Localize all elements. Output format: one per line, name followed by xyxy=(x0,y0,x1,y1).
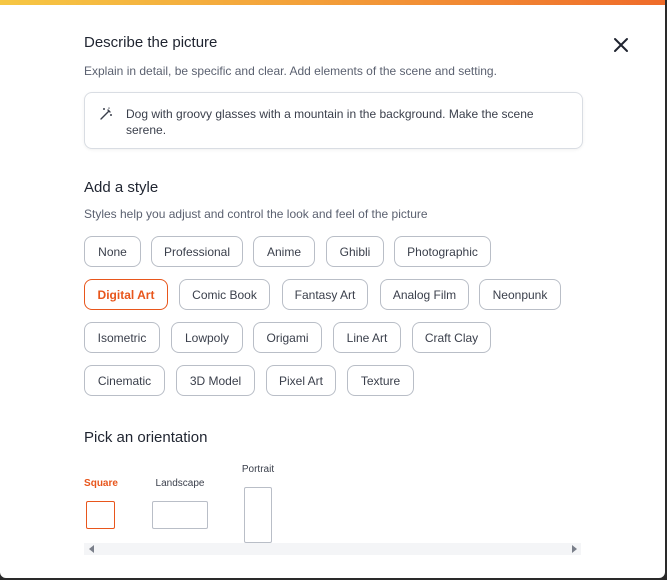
style-chip-texture[interactable]: Texture xyxy=(347,365,414,396)
style-chip-comic-book[interactable]: Comic Book xyxy=(179,279,270,310)
style-chip-isometric[interactable]: Isometric xyxy=(84,322,160,353)
style-chip-anime[interactable]: Anime xyxy=(253,236,315,267)
chevron-right-icon[interactable] xyxy=(569,544,579,554)
prompt-input[interactable]: Dog with groovy glasses with a mountain … xyxy=(84,92,583,149)
style-chip-none[interactable]: None xyxy=(84,236,141,267)
orientation-label-portrait: Portrait xyxy=(241,464,275,475)
orientation-section-title: Pick an orientation xyxy=(84,429,208,446)
style-chip-3d-model[interactable]: 3D Model xyxy=(176,365,255,396)
style-chip-line-art[interactable]: Line Art xyxy=(333,322,401,353)
orientation-square-option[interactable] xyxy=(86,501,115,529)
close-icon xyxy=(614,38,628,52)
style-chip-fantasy-art[interactable]: Fantasy Art xyxy=(282,279,368,310)
describe-picture-dialog: Describe the picture Explain in detail, … xyxy=(0,0,665,578)
style-chip-lowpoly[interactable]: Lowpoly xyxy=(171,322,243,353)
close-button[interactable] xyxy=(609,33,633,57)
style-chip-neonpunk[interactable]: Neonpunk xyxy=(479,279,561,310)
chevron-left-icon[interactable] xyxy=(87,544,97,554)
accent-bar xyxy=(0,0,665,5)
style-section-subtitle: Styles help you adjust and control the l… xyxy=(84,207,428,221)
describe-title: Describe the picture xyxy=(84,34,218,51)
style-chip-origami[interactable]: Origami xyxy=(253,322,322,353)
style-chip-professional[interactable]: Professional xyxy=(151,236,243,267)
style-chip-photographic[interactable]: Photographic xyxy=(394,236,491,267)
prompt-text: Dog with groovy glasses with a mountain … xyxy=(126,107,534,137)
style-chip-digital-art[interactable]: Digital Art xyxy=(84,279,168,310)
describe-subtitle: Explain in detail, be specific and clear… xyxy=(84,64,497,78)
orientation-label-square: Square xyxy=(84,478,118,489)
magic-wand-icon xyxy=(100,107,112,120)
style-chip-analog-film[interactable]: Analog Film xyxy=(380,279,469,310)
orientation-landscape-option[interactable] xyxy=(152,501,208,529)
style-section-title: Add a style xyxy=(84,179,159,196)
orientation-label-landscape: Landscape xyxy=(155,478,205,489)
style-chip-cinematic[interactable]: Cinematic xyxy=(84,365,165,396)
style-chip-craft-clay[interactable]: Craft Clay xyxy=(412,322,491,353)
horizontal-scrollbar[interactable] xyxy=(84,543,581,555)
style-chip-ghibli[interactable]: Ghibli xyxy=(326,236,384,267)
style-chip-pixel-art[interactable]: Pixel Art xyxy=(266,365,336,396)
orientation-portrait-option[interactable] xyxy=(244,487,272,543)
